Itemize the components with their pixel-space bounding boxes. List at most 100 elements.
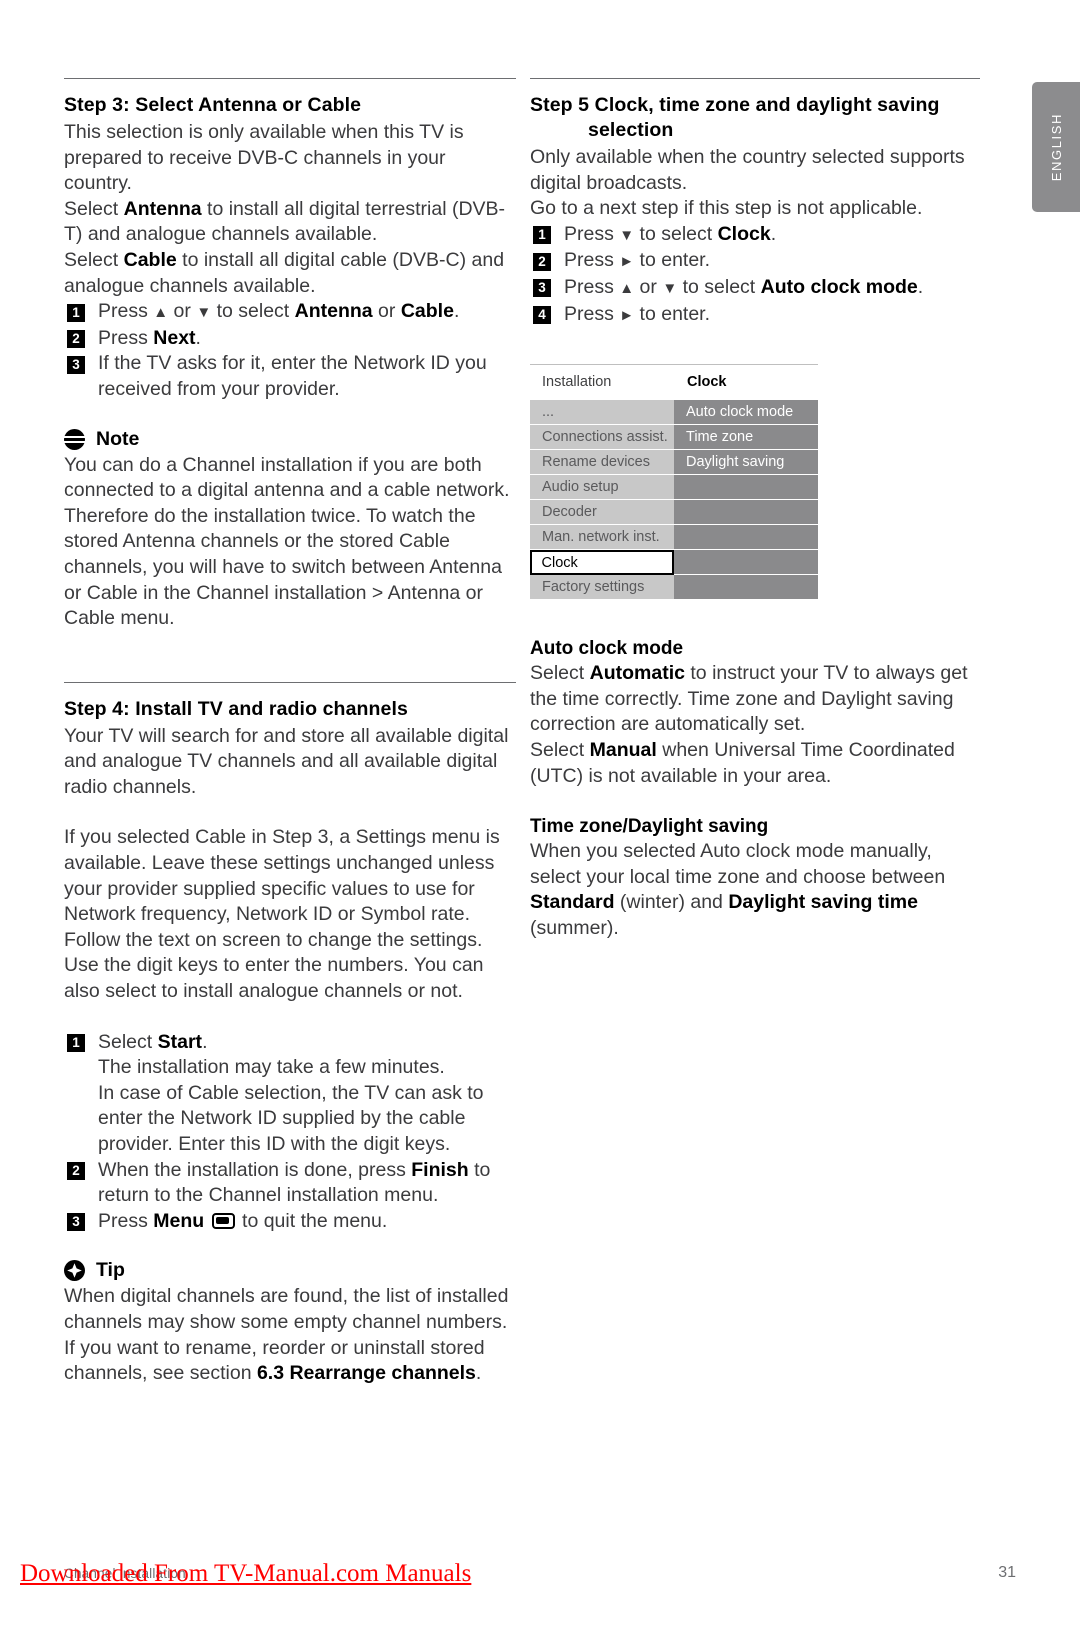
auto-clock-mode-heading: Auto clock mode bbox=[530, 638, 684, 660]
tv-menu-left-item-selected[interactable]: Clock bbox=[530, 550, 674, 576]
tv-menu-left-item[interactable]: Man. network inst. bbox=[530, 525, 674, 551]
arrow-right-icon: ► bbox=[619, 306, 635, 324]
section-divider-step4 bbox=[64, 681, 516, 683]
step-number-badge: 3 bbox=[67, 355, 85, 374]
tip-callout-title: Tip bbox=[96, 1259, 125, 1282]
arrow-down-icon: ▼ bbox=[196, 304, 212, 322]
note-icon bbox=[64, 428, 85, 450]
list-item: 2 Press Next. bbox=[64, 326, 516, 352]
note-callout-header: Note bbox=[64, 428, 516, 451]
language-side-tab-label: ENGLISH bbox=[1048, 112, 1064, 182]
tv-menu-header-right: Clock bbox=[687, 373, 727, 390]
list-item: 1 Select Start. The installation may tak… bbox=[64, 1030, 516, 1158]
tv-menu-row: Decoder bbox=[530, 500, 818, 526]
note-callout-body: You can do a Channel installation if you… bbox=[64, 453, 510, 630]
auto-clock-mode-paragraph-1: Select Automatic to instruct your TV to … bbox=[530, 662, 968, 736]
list-item: 2 Press ► to enter. bbox=[530, 248, 980, 275]
tv-menu-right-item bbox=[674, 475, 818, 501]
step5-paragraph-1: Only available when the country selected… bbox=[530, 146, 965, 194]
list-item: 1 Press ▲ or ▼ to select Antenna or Cabl… bbox=[64, 299, 516, 326]
arrow-up-icon: ▲ bbox=[619, 279, 635, 297]
time-zone-block: Time zone/Daylight saving When you selec… bbox=[530, 814, 980, 941]
arrow-up-icon: ▲ bbox=[153, 304, 169, 322]
step5-instruction-list: 1 Press ▼ to select Clock. 2 Press ► to … bbox=[530, 222, 980, 328]
tv-menu-right-item bbox=[674, 525, 818, 551]
tv-menu-row: Connections assist. Time zone bbox=[530, 425, 818, 451]
step-number-badge: 2 bbox=[67, 330, 85, 349]
tv-menu-right-item bbox=[674, 550, 818, 576]
list-item: 4 Press ► to enter. bbox=[530, 302, 980, 329]
tip-callout-body: When digital channels are found, the lis… bbox=[64, 1285, 509, 1385]
tv-menu-body: ... Auto clock mode Connections assist. … bbox=[530, 398, 818, 601]
tip-callout: Tip When digital channels are found, the… bbox=[64, 1259, 516, 1386]
arrow-down-icon: ▼ bbox=[662, 279, 678, 297]
step4-instruction-list: 1 Select Start. The installation may tak… bbox=[64, 1030, 516, 1235]
step4-block: Step 4: Install TV and radio channels Yo… bbox=[64, 697, 516, 1235]
tv-menu-header-left: Installation bbox=[542, 373, 612, 390]
tv-menu-row: Factory settings bbox=[530, 575, 818, 601]
tv-menu-row: Audio setup bbox=[530, 475, 818, 501]
tip-icon bbox=[64, 1260, 85, 1282]
footer-watermark: Downloaded From TV-Manual.com Manuals bbox=[20, 1560, 472, 1587]
arrow-right-icon: ► bbox=[619, 253, 635, 271]
note-callout: Note You can do a Channel installation i… bbox=[64, 428, 516, 632]
step-number-badge: 1 bbox=[67, 1034, 85, 1053]
step-number-badge: 3 bbox=[533, 279, 551, 298]
tv-menu-row: ... Auto clock mode bbox=[530, 400, 818, 426]
language-side-tab: ENGLISH bbox=[1032, 82, 1080, 212]
step3-instruction-list: 1 Press ▲ or ▼ to select Antenna or Cabl… bbox=[64, 299, 516, 402]
step5-heading-line1: Step 5 Clock, time zone and daylight sav… bbox=[530, 94, 940, 116]
left-column: Step 3: Select Antenna or Cable This sel… bbox=[64, 78, 516, 1387]
tv-menu-left-item[interactable]: Audio setup bbox=[530, 475, 674, 501]
footer-page-number: 31 bbox=[998, 1564, 1016, 1581]
tip-callout-header: Tip bbox=[64, 1259, 516, 1282]
step3-block: Step 3: Select Antenna or Cable This sel… bbox=[64, 93, 516, 403]
tv-menu-left-item[interactable]: Rename devices bbox=[530, 450, 674, 476]
list-item: 2 When the installation is done, press F… bbox=[64, 1158, 516, 1209]
step4-paragraph-1: Your TV will search for and store all av… bbox=[64, 724, 509, 798]
step3-paragraph-2: Select Antenna to install all digital te… bbox=[64, 197, 506, 246]
step-number-badge: 4 bbox=[533, 306, 551, 325]
step5-heading-line2: selection bbox=[588, 119, 674, 141]
document-page: ENGLISH Step 3: Select Antenna or Cable … bbox=[0, 0, 1080, 1627]
section-divider-top-left bbox=[64, 78, 516, 79]
tv-menu-right-item bbox=[674, 500, 818, 526]
step-number-badge: 3 bbox=[67, 1213, 85, 1232]
menu-key-icon bbox=[211, 1212, 235, 1229]
step3-paragraph-3: Select Cable to install all digital cabl… bbox=[64, 248, 505, 297]
tv-menu-illustration: Installation Clock ... Auto clock mode C… bbox=[530, 364, 818, 601]
tv-menu-right-item[interactable]: Time zone bbox=[674, 425, 818, 451]
step3-heading: Step 3: Select Antenna or Cable bbox=[64, 94, 362, 116]
step-number-badge: 2 bbox=[67, 1162, 85, 1181]
right-column: Step 5 Clock, time zone and daylight sav… bbox=[530, 78, 980, 942]
tv-menu-left-item[interactable]: Factory settings bbox=[530, 575, 674, 601]
step5-heading: Step 5 Clock, time zone and daylight sav… bbox=[530, 93, 980, 143]
tv-menu-right-item bbox=[674, 575, 818, 601]
auto-clock-mode-block: Auto clock mode Select Automatic to inst… bbox=[530, 636, 980, 789]
step-number-badge: 1 bbox=[67, 303, 85, 322]
arrow-down-icon: ▼ bbox=[619, 226, 635, 244]
list-item: 3 Press Menu to quit the menu. bbox=[64, 1209, 516, 1235]
tv-menu-right-item[interactable]: Daylight saving bbox=[674, 450, 818, 476]
tv-menu-right-item[interactable]: Auto clock mode bbox=[674, 400, 818, 426]
time-zone-heading: Time zone/Daylight saving bbox=[530, 816, 769, 838]
section-divider-top-right bbox=[530, 78, 980, 79]
step4-paragraph-2: If you selected Cable in Step 3, a Setti… bbox=[64, 826, 500, 1003]
list-item: 3 If the TV asks for it, enter the Netwo… bbox=[64, 351, 516, 402]
tv-menu-left-item[interactable]: ... bbox=[530, 400, 674, 426]
tv-menu-row-selected: Clock bbox=[530, 550, 818, 576]
tv-menu-left-item[interactable]: Connections assist. bbox=[530, 425, 674, 451]
tv-menu-header: Installation Clock bbox=[530, 365, 818, 399]
note-callout-title: Note bbox=[96, 427, 140, 450]
step4-heading: Step 4: Install TV and radio channels bbox=[64, 697, 408, 720]
step3-paragraph-1: This selection is only available when th… bbox=[64, 121, 464, 195]
tv-menu-left-item[interactable]: Decoder bbox=[530, 500, 674, 526]
tv-menu-row: Rename devices Daylight saving bbox=[530, 450, 818, 476]
time-zone-paragraph: When you selected Auto clock mode manual… bbox=[530, 840, 946, 939]
step-number-badge: 1 bbox=[533, 226, 551, 245]
step-number-badge: 2 bbox=[533, 252, 551, 271]
list-item: 3 Press ▲ or ▼ to select Auto clock mode… bbox=[530, 275, 980, 302]
step5-block: Step 5 Clock, time zone and daylight sav… bbox=[530, 93, 980, 328]
step5-paragraph-2: Go to a next step if this step is not ap… bbox=[530, 197, 923, 220]
tv-menu-row: Man. network inst. bbox=[530, 525, 818, 551]
